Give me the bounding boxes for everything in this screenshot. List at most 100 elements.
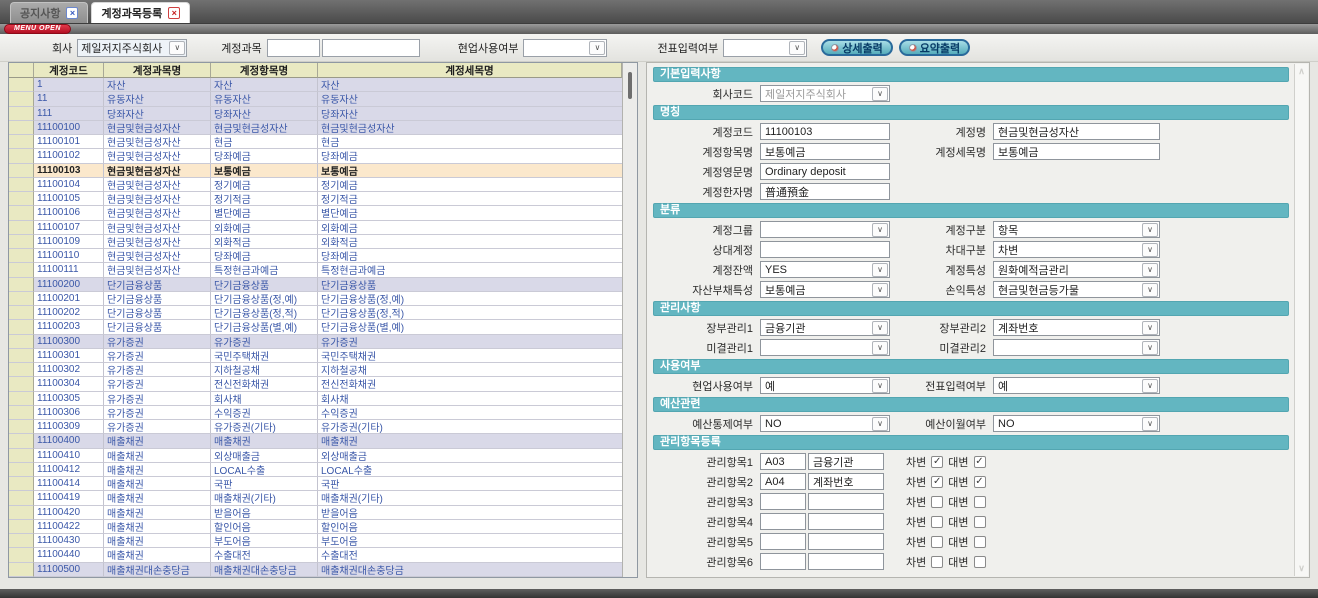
- cell-account-name[interactable]: 매출채권: [104, 463, 211, 477]
- row-selector[interactable]: [9, 92, 34, 106]
- table-row[interactable]: 11100306유가증권수익증권수익증권: [9, 406, 622, 420]
- cell-account-item[interactable]: 매출채권(기타): [211, 491, 318, 505]
- table-row[interactable]: 11100422매출채권할인어음할인어음: [9, 520, 622, 534]
- cell-account-code[interactable]: 11100302: [34, 363, 104, 377]
- cell-account-name[interactable]: 현금및현금성자산: [104, 121, 211, 135]
- cell-account-code[interactable]: 11100301: [34, 349, 104, 363]
- cell-account-code[interactable]: 11100101: [34, 135, 104, 149]
- cell-account-item[interactable]: 당좌예금: [211, 249, 318, 263]
- budget-control-flag-select[interactable]: NO∨: [760, 415, 890, 432]
- cell-account-name[interactable]: 단기금융상품: [104, 320, 211, 334]
- ledger-mgmt-1-select[interactable]: 금융기관∨: [760, 319, 890, 336]
- cell-account-code[interactable]: 11100111: [34, 263, 104, 277]
- cell-account-name[interactable]: 유가증권: [104, 349, 211, 363]
- row-selector[interactable]: [9, 392, 34, 406]
- table-row[interactable]: 11100500매출채권대손충당금매출채권대손충당금매출채권대손충당금: [9, 563, 622, 577]
- table-row[interactable]: 11100412매출채권LOCAL수출LOCAL수출: [9, 463, 622, 477]
- cell-account-item[interactable]: 받을어음: [211, 506, 318, 520]
- row-selector[interactable]: [9, 377, 34, 391]
- table-row[interactable]: 11100103현금및현금성자산보통예금보통예금: [9, 164, 622, 178]
- close-icon[interactable]: ×: [66, 7, 78, 19]
- cell-account-code[interactable]: 11100420: [34, 506, 104, 520]
- row-selector[interactable]: [9, 477, 34, 491]
- row-selector[interactable]: [9, 164, 34, 178]
- table-row[interactable]: 11100301유가증권국민주택채권국민주택채권: [9, 349, 622, 363]
- cell-account-code[interactable]: 11100107: [34, 221, 104, 235]
- cell-account-detail[interactable]: 외화적금: [318, 235, 622, 249]
- cell-account-detail[interactable]: 현금및현금성자산: [318, 121, 622, 135]
- row-selector[interactable]: [9, 520, 34, 534]
- row-selector[interactable]: [9, 249, 34, 263]
- cell-account-item[interactable]: 현금및현금성자산: [211, 121, 318, 135]
- row-selector[interactable]: [9, 491, 34, 505]
- cell-account-code[interactable]: 11100109: [34, 235, 104, 249]
- cell-account-item[interactable]: 유가증권: [211, 335, 318, 349]
- cell-account-code[interactable]: 11100200: [34, 278, 104, 292]
- cell-account-detail[interactable]: 매출채권: [318, 434, 622, 448]
- cell-account-item[interactable]: 외화예금: [211, 221, 318, 235]
- cell-account-detail[interactable]: 단기금융상품(정,예): [318, 292, 622, 306]
- row-selector[interactable]: [9, 263, 34, 277]
- cell-account-name[interactable]: 현금및현금성자산: [104, 249, 211, 263]
- mgmt-item-2-debit-checkbox[interactable]: ✓: [931, 476, 943, 488]
- row-selector[interactable]: [9, 206, 34, 220]
- mgmt-item-3-code-input[interactable]: [760, 493, 806, 510]
- cell-account-code[interactable]: 11100104: [34, 178, 104, 192]
- cell-account-code[interactable]: 11100203: [34, 320, 104, 334]
- cell-account-item[interactable]: 국판: [211, 477, 318, 491]
- cell-account-code[interactable]: 11100201: [34, 292, 104, 306]
- scroll-up-icon[interactable]: ∧: [1298, 64, 1305, 79]
- cell-account-name[interactable]: 유가증권: [104, 377, 211, 391]
- grid-scrollbar[interactable]: [622, 63, 637, 577]
- table-row[interactable]: 11100430매출채권부도어음부도어음: [9, 534, 622, 548]
- mgmt-item-5-code-input[interactable]: [760, 533, 806, 550]
- row-selector[interactable]: [9, 278, 34, 292]
- cell-account-code[interactable]: 11100305: [34, 392, 104, 406]
- cell-account-detail[interactable]: 단기금융상품(정,적): [318, 306, 622, 320]
- row-selector[interactable]: [9, 135, 34, 149]
- account-code-search-input[interactable]: [267, 39, 320, 57]
- cell-account-item[interactable]: 지하철공채: [211, 363, 318, 377]
- mgmt-item-6-credit-checkbox[interactable]: [974, 556, 986, 568]
- account-detail-name-input[interactable]: 보통예금: [993, 143, 1160, 160]
- table-row[interactable]: 11100111현금및현금성자산특정현금과예금특정현금과예금: [9, 263, 622, 277]
- cell-account-code[interactable]: 11100500: [34, 563, 104, 577]
- cell-account-name[interactable]: 자산: [104, 78, 211, 92]
- row-selector[interactable]: [9, 548, 34, 562]
- panel-scrollbar[interactable]: ∧ ∨: [1294, 64, 1308, 576]
- row-selector[interactable]: [9, 192, 34, 206]
- table-row[interactable]: 11100304유가증권전신전화채권전신전화채권: [9, 377, 622, 391]
- asset-liability-characteristic-select[interactable]: 보통예금∨: [760, 281, 890, 298]
- cell-account-detail[interactable]: 유동자산: [318, 92, 622, 106]
- cell-account-item[interactable]: 당좌예금: [211, 149, 318, 163]
- field-use-flag-select[interactable]: 예∨: [760, 377, 890, 394]
- cell-account-code[interactable]: 11100410: [34, 449, 104, 463]
- mgmt-item-6-code-input[interactable]: [760, 553, 806, 570]
- cell-account-detail[interactable]: 특정현금과예금: [318, 263, 622, 277]
- account-characteristic-select[interactable]: 원화예적금관리∨: [993, 261, 1160, 278]
- table-row[interactable]: 11100201단기금융상품단기금융상품(정,예)단기금융상품(정,예): [9, 292, 622, 306]
- pending-mgmt-2-select[interactable]: ∨: [993, 339, 1160, 356]
- mgmt-item-6-name-input[interactable]: [808, 553, 884, 570]
- cell-account-code[interactable]: 11100110: [34, 249, 104, 263]
- company-code-select[interactable]: 제일저지주식회사∨: [760, 85, 890, 102]
- row-selector[interactable]: [9, 534, 34, 548]
- cell-account-detail[interactable]: 유가증권: [318, 335, 622, 349]
- cell-account-detail[interactable]: 매출채권(기타): [318, 491, 622, 505]
- cell-account-name[interactable]: 유가증권: [104, 363, 211, 377]
- row-selector[interactable]: [9, 449, 34, 463]
- cell-account-detail[interactable]: 별단예금: [318, 206, 622, 220]
- cell-account-item[interactable]: 외화적금: [211, 235, 318, 249]
- row-selector[interactable]: [9, 320, 34, 334]
- cell-account-name[interactable]: 유가증권: [104, 420, 211, 434]
- row-selector[interactable]: [9, 178, 34, 192]
- cell-account-code[interactable]: 11100419: [34, 491, 104, 505]
- menu-open-button[interactable]: MENU OPEN: [4, 24, 71, 34]
- row-selector[interactable]: [9, 221, 34, 235]
- cell-account-name[interactable]: 현금및현금성자산: [104, 263, 211, 277]
- row-selector[interactable]: [9, 406, 34, 420]
- cell-account-name[interactable]: 매출채권: [104, 434, 211, 448]
- cell-account-code[interactable]: 11100100: [34, 121, 104, 135]
- cell-account-code[interactable]: 11100105: [34, 192, 104, 206]
- company-select[interactable]: 제일저지주식회사 ∨: [77, 39, 187, 57]
